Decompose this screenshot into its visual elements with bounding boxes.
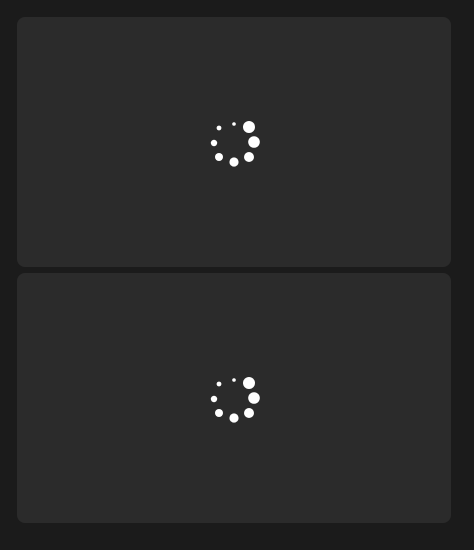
spinner-dot <box>232 378 236 382</box>
spinner-dot <box>215 409 223 417</box>
content-panel-bottom <box>17 273 451 523</box>
spinner-dot <box>248 392 260 404</box>
spinner-dot <box>229 413 239 423</box>
spinner-dot <box>210 395 218 403</box>
spinner-dot <box>244 152 254 162</box>
spinner-dot <box>232 122 236 126</box>
spinner-dot <box>216 381 222 387</box>
spinner-dot <box>210 139 218 147</box>
spinner-graphic <box>210 377 260 423</box>
content-panel-top <box>17 17 451 267</box>
spinner-dot <box>215 153 223 161</box>
app-window <box>0 0 474 550</box>
spinner-dot <box>216 125 222 131</box>
spinner-dot <box>244 408 254 418</box>
loading-spinner-icon <box>202 110 266 174</box>
spinner-dot <box>243 121 255 133</box>
spinner-graphic <box>210 121 260 167</box>
spinner-dot <box>248 136 260 148</box>
spinner-dot <box>229 157 239 167</box>
spinner-dot <box>243 377 255 389</box>
loading-spinner-icon <box>202 366 266 430</box>
